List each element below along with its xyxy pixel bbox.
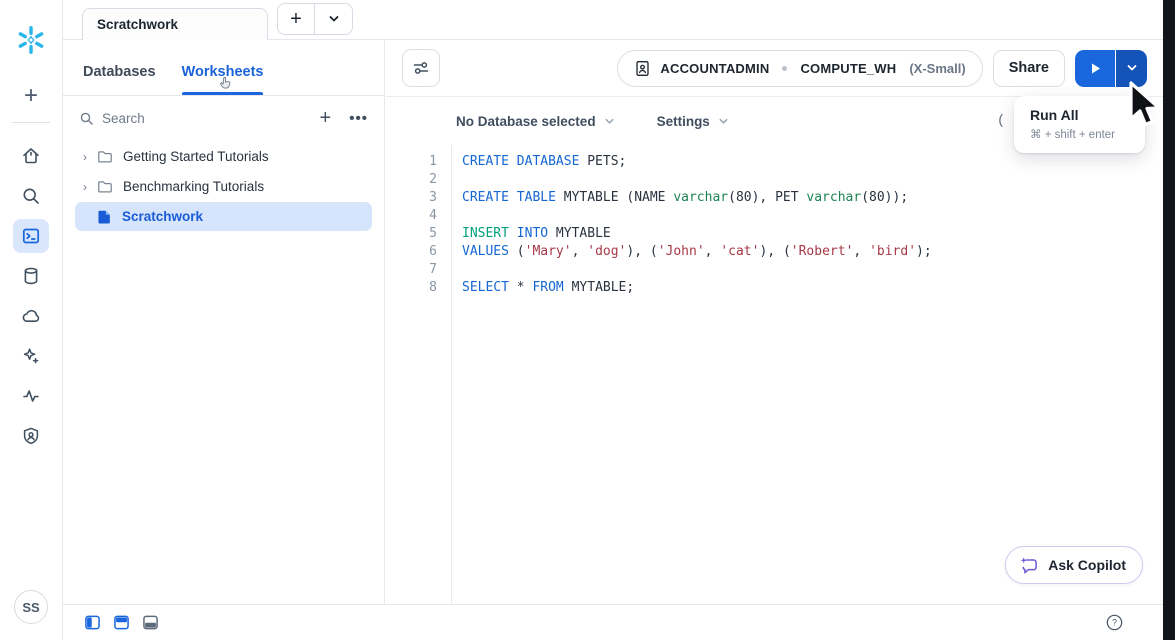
- role-badge-icon: [634, 60, 651, 77]
- run-options-chevron-button[interactable]: [1116, 50, 1147, 87]
- settings-dropdown[interactable]: Settings: [657, 114, 729, 129]
- rail-worksheets-icon[interactable]: [13, 219, 49, 253]
- warehouse-label: COMPUTE_WH: [800, 61, 896, 76]
- database-selector-label: No Database selected: [456, 114, 596, 129]
- code-line[interactable]: [462, 171, 1163, 189]
- rail-search-icon[interactable]: [13, 179, 49, 213]
- panel-left-toggle-icon[interactable]: [85, 615, 100, 630]
- new-worksheet-button[interactable]: +: [320, 108, 332, 128]
- ask-copilot-button[interactable]: Ask Copilot: [1005, 546, 1143, 584]
- line-number: 8: [386, 279, 437, 297]
- sidebar: Databases Worksheets Search + ••• › Gett…: [63, 40, 385, 604]
- tree-item-folder[interactable]: › Getting Started Tutorials: [75, 142, 372, 171]
- new-item-plus-icon[interactable]: +: [24, 84, 38, 108]
- tree-item-folder[interactable]: › Benchmarking Tutorials: [75, 172, 372, 201]
- play-icon: [1089, 62, 1102, 75]
- sidebar-search-row: Search + •••: [63, 96, 384, 140]
- rail-divider: [12, 122, 50, 123]
- code-line[interactable]: SELECT * FROM MYTABLE;: [462, 279, 1163, 297]
- sidebar-tab-worksheets[interactable]: Worksheets: [182, 64, 264, 95]
- layout-toggles: [85, 615, 158, 630]
- chevron-down-icon: [604, 116, 615, 127]
- rail-ai-sparkles-icon[interactable]: [13, 339, 49, 373]
- search-input[interactable]: Search: [102, 111, 320, 126]
- folder-icon: [97, 149, 113, 165]
- code-line[interactable]: INSERT INTO MYTABLE: [462, 225, 1163, 243]
- chevron-down-icon: [1126, 62, 1138, 74]
- copilot-sparkle-chat-icon: [1019, 555, 1039, 575]
- line-number: 5: [386, 225, 437, 243]
- tree-item-worksheet-selected[interactable]: Scratchwork: [75, 202, 372, 231]
- role-label: ACCOUNTADMIN: [660, 61, 769, 76]
- svg-text:?: ?: [1112, 618, 1117, 628]
- tab-scratchwork[interactable]: Scratchwork: [82, 8, 268, 40]
- separator-dot: [782, 66, 787, 71]
- folder-icon: [97, 179, 113, 195]
- line-number: 7: [386, 261, 437, 279]
- share-button[interactable]: Share: [993, 50, 1065, 87]
- tree-item-label: Benchmarking Tutorials: [123, 179, 264, 194]
- line-number: 6: [386, 243, 437, 261]
- settings-label: Settings: [657, 114, 710, 129]
- screen-edge-strip: [1163, 0, 1175, 640]
- rail-data-icon[interactable]: [13, 259, 49, 293]
- rail-admin-icon[interactable]: [13, 419, 49, 453]
- chevron-right-icon[interactable]: ›: [83, 180, 97, 194]
- run-all-menu-item[interactable]: Run All: [1030, 107, 1129, 123]
- chevron-down-icon: [718, 116, 729, 127]
- line-number: 1: [386, 153, 437, 171]
- gutter: 12345678: [386, 145, 452, 604]
- line-number: 4: [386, 207, 437, 225]
- context-selector[interactable]: ACCOUNTADMIN COMPUTE_WH (X-Small): [617, 50, 982, 87]
- warehouse-size-label: (X-Small): [909, 61, 965, 76]
- filters-button[interactable]: [402, 49, 440, 87]
- panel-bottom-toggle-icon[interactable]: [143, 615, 158, 630]
- new-tab-button[interactable]: +: [278, 4, 315, 34]
- run-button[interactable]: [1075, 50, 1115, 87]
- line-number: 2: [386, 171, 437, 189]
- document-icon: [97, 209, 112, 225]
- rail-cloud-icon[interactable]: [13, 299, 49, 333]
- help-icon[interactable]: ?: [1106, 614, 1123, 631]
- code-content[interactable]: CREATE DATABASE PETS; CREATE TABLE MYTAB…: [452, 145, 1163, 604]
- worksheet-tree: › Getting Started Tutorials › Benchmarki…: [63, 140, 384, 231]
- code-line[interactable]: [462, 261, 1163, 279]
- tree-item-label: Getting Started Tutorials: [123, 149, 269, 164]
- panel-top-toggle-icon[interactable]: [114, 615, 129, 630]
- tab-list-chevron-button[interactable]: [315, 4, 352, 34]
- run-options-menu: Run All ⌘ + shift + enter: [1014, 96, 1145, 153]
- code-line[interactable]: CREATE DATABASE PETS;: [462, 153, 1163, 171]
- ask-copilot-label: Ask Copilot: [1048, 557, 1126, 573]
- code-line[interactable]: [462, 207, 1163, 225]
- left-nav-rail: + SS: [0, 0, 63, 640]
- database-selector[interactable]: No Database selected: [456, 114, 615, 129]
- code-line[interactable]: VALUES ('Mary', 'dog'), ('John', 'cat'),…: [462, 243, 1163, 261]
- status-bar: ?: [63, 604, 1163, 640]
- chevron-right-icon[interactable]: ›: [83, 150, 97, 164]
- sql-editor: 12345678 CREATE DATABASE PETS; CREATE TA…: [386, 145, 1163, 604]
- search-icon: [79, 111, 94, 126]
- tab-actions-group: +: [277, 3, 353, 35]
- run-split-button: [1075, 50, 1147, 87]
- rail-activity-icon[interactable]: [13, 379, 49, 413]
- sidebar-tabs: Databases Worksheets: [63, 40, 384, 96]
- sliders-icon: [412, 59, 430, 77]
- user-avatar[interactable]: SS: [14, 590, 48, 624]
- chevron-down-icon: [328, 13, 340, 25]
- editor-header: ACCOUNTADMIN COMPUTE_WH (X-Small) Share: [386, 40, 1163, 97]
- tree-item-label: Scratchwork: [122, 209, 203, 224]
- rail-home-icon[interactable]: [13, 139, 49, 173]
- more-options-icon[interactable]: •••: [349, 110, 368, 127]
- worksheet-tabstrip: Scratchwork +: [63, 0, 1163, 40]
- snowflake-logo-icon[interactable]: [15, 24, 47, 56]
- line-number: 3: [386, 189, 437, 207]
- tab-label: Scratchwork: [97, 17, 178, 32]
- code-line[interactable]: CREATE TABLE MYTABLE (NAME varchar(80), …: [462, 189, 1163, 207]
- run-all-shortcut: ⌘ + shift + enter: [1030, 127, 1129, 141]
- sidebar-tab-databases[interactable]: Databases: [83, 64, 156, 95]
- partially-hidden-text: (: [998, 111, 1003, 127]
